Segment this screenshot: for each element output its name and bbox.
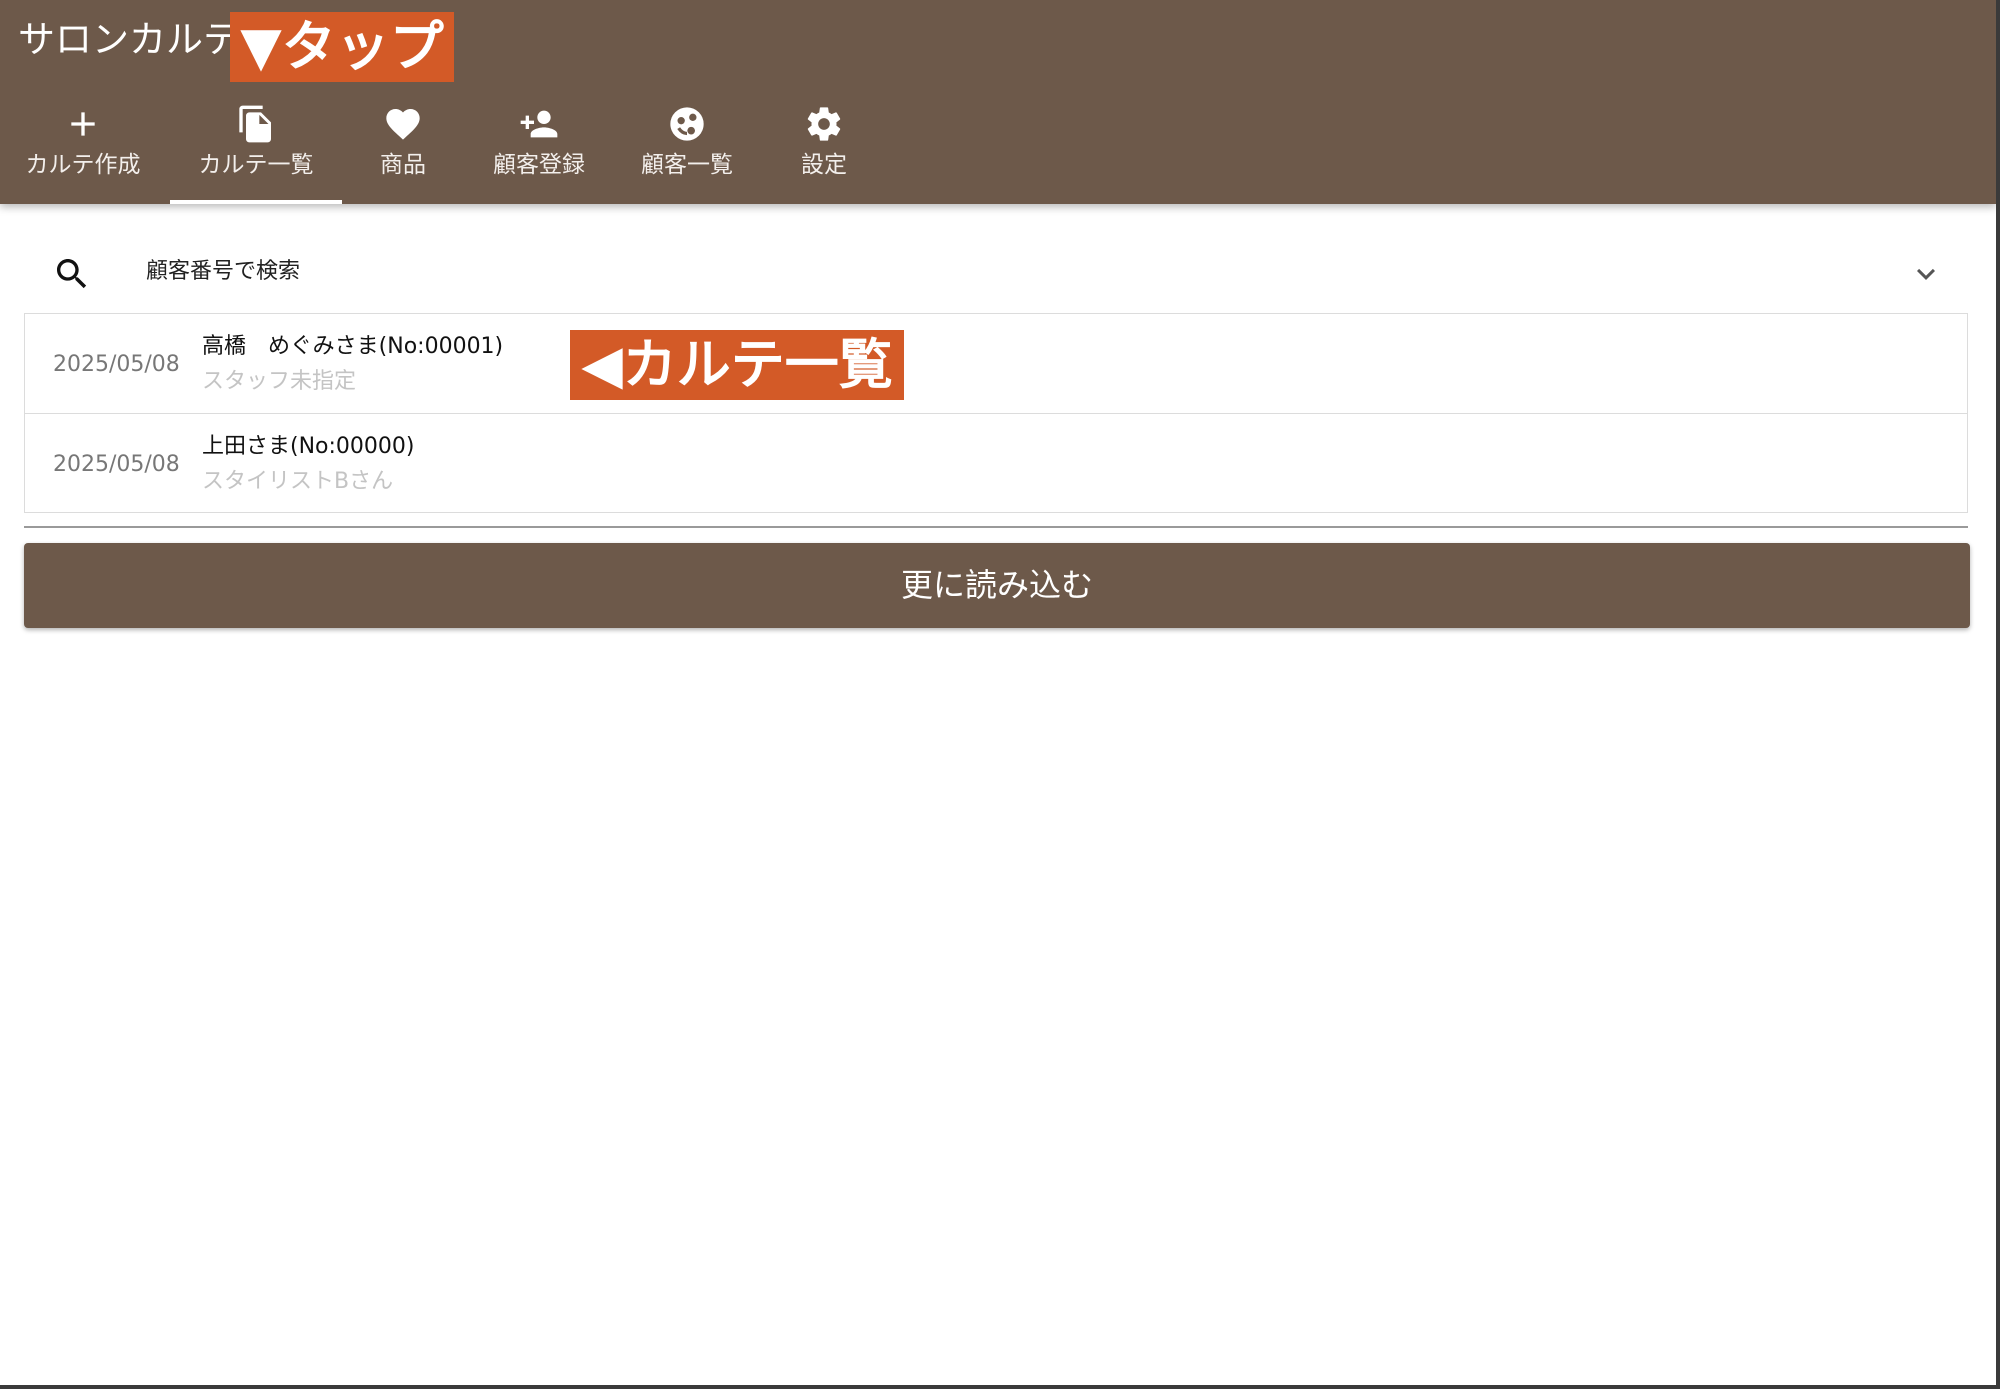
record-staff: スタイリストBさん — [202, 469, 394, 494]
tab-customer-list[interactable]: 顧客一覧 — [628, 100, 746, 204]
tap-annotation-badge: ▼タップ — [230, 12, 454, 82]
tab-label: カルテ作成 — [25, 152, 141, 178]
tab-label: 設定 — [801, 152, 847, 178]
screen-frame-edge — [1996, 0, 2000, 1389]
tab-label: 顧客一覧 — [641, 152, 733, 178]
search-label: 顧客番号で検索 — [146, 259, 301, 284]
record-customer-name: 高橋 めぐみさま(No:00001) — [202, 334, 504, 359]
copy-icon — [239, 105, 271, 143]
app-title: サロンカルテ — [18, 18, 240, 61]
active-tab-indicator — [170, 200, 342, 204]
list-item[interactable]: 2025/05/08 高橋 めぐみさま(No:00001) スタッフ未指定 — [25, 314, 1967, 414]
tab-create-chart[interactable]: カルテ作成 — [10, 100, 156, 204]
customer-search-panel[interactable]: 顧客番号で検索 — [24, 238, 1970, 308]
record-customer-name: 上田さま(No:00000) — [202, 434, 415, 459]
tab-settings[interactable]: 設定 — [776, 100, 872, 204]
record-staff: スタッフ未指定 — [202, 369, 357, 394]
heart-icon — [386, 109, 420, 140]
screen-frame-edge — [0, 1385, 2000, 1389]
app-header: サロンカルテ ▼タップ カルテ作成 カルテ一覧 商品 顧客登録 顧客一覧 設定 — [0, 0, 1996, 204]
list-item[interactable]: 2025/05/08 上田さま(No:00000) スタイリストBさん — [25, 413, 1967, 514]
tab-label: 顧客登録 — [493, 152, 585, 178]
app-screen: サロンカルテ ▼タップ カルテ作成 カルテ一覧 商品 顧客登録 顧客一覧 設定 … — [0, 0, 2000, 1389]
load-more-button[interactable]: 更に読み込む — [24, 543, 1970, 628]
tab-chart-list[interactable]: カルテ一覧 — [170, 100, 342, 204]
record-date: 2025/05/08 — [53, 352, 180, 377]
tab-label: 商品 — [380, 152, 426, 178]
person-add-icon — [520, 110, 558, 138]
search-icon — [57, 259, 87, 289]
gear-icon — [807, 107, 841, 141]
plus-icon — [71, 112, 95, 136]
list-divider — [24, 526, 1968, 528]
tab-customer-register[interactable]: 顧客登録 — [480, 100, 598, 204]
record-date: 2025/05/08 — [53, 452, 180, 477]
tab-products[interactable]: 商品 — [356, 100, 450, 204]
chart-list-annotation-badge: ◀カルテ一覧 — [570, 330, 904, 400]
chevron-down-icon[interactable] — [1908, 256, 1944, 292]
tab-label: カルテ一覧 — [198, 152, 314, 178]
chart-record-list: 2025/05/08 高橋 めぐみさま(No:00001) スタッフ未指定 20… — [24, 313, 1968, 513]
face-icon — [670, 107, 704, 141]
